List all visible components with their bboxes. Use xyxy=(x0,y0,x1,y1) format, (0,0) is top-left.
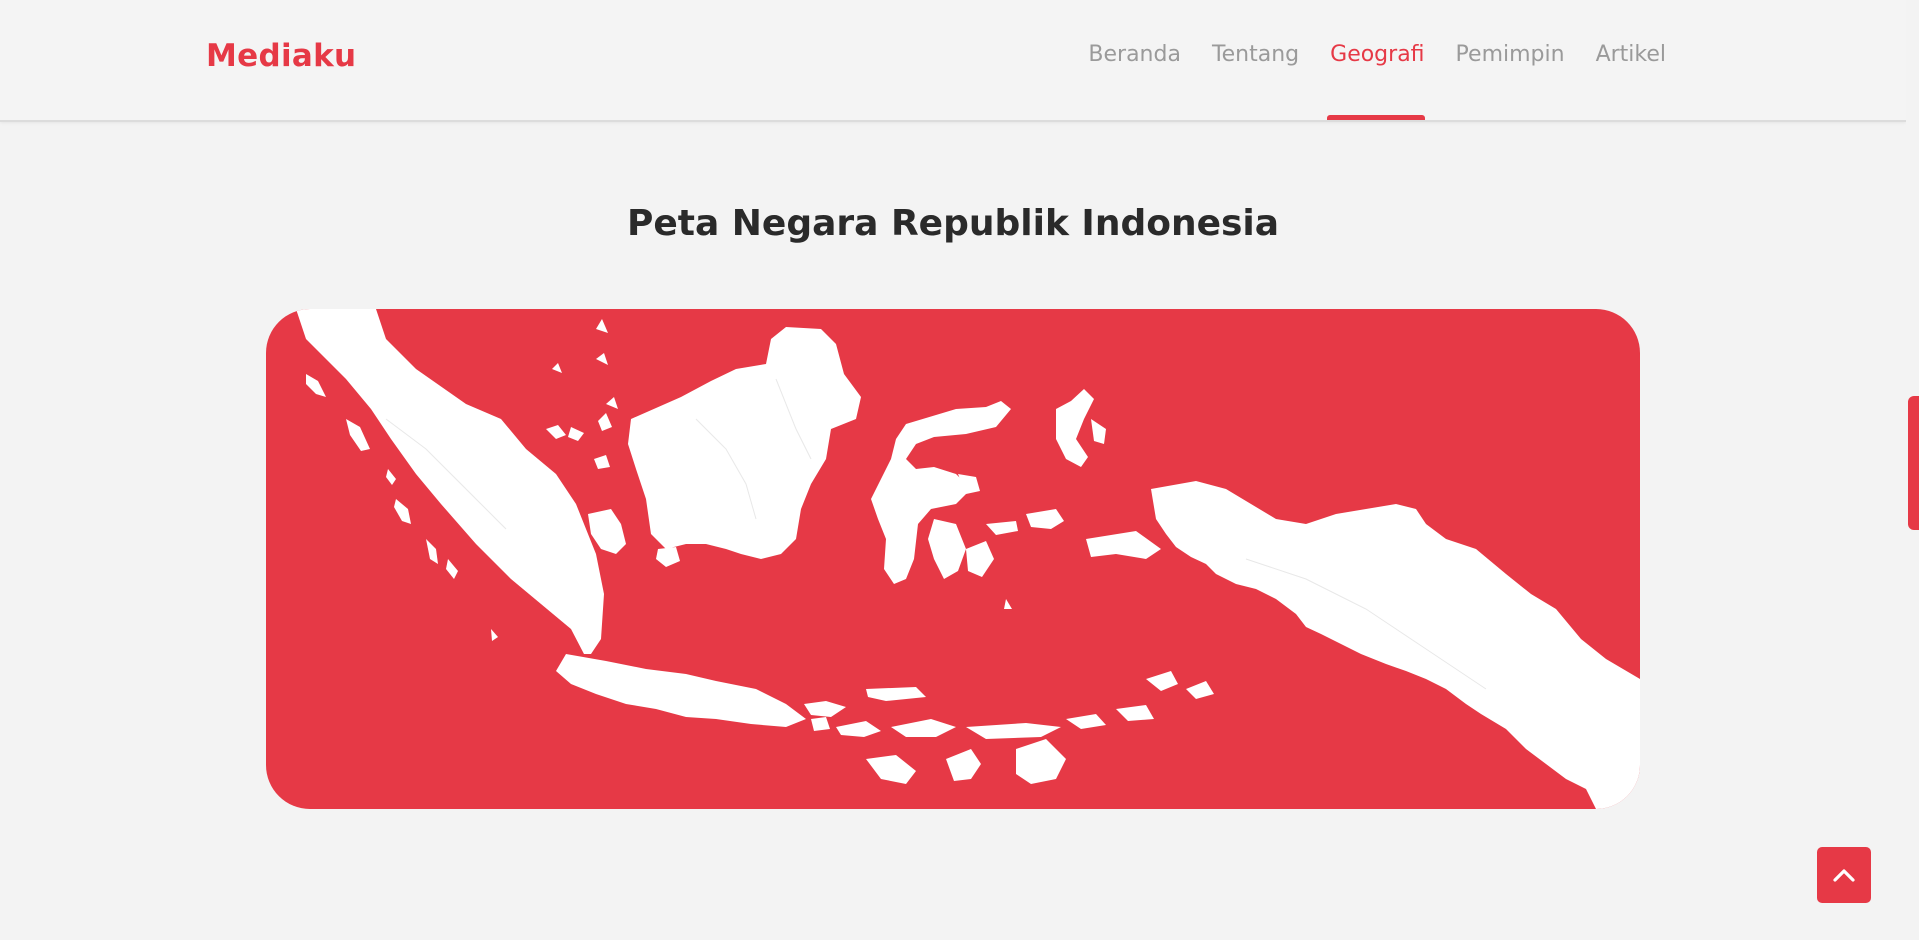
nav-item-beranda[interactable]: Beranda xyxy=(1088,0,1181,120)
indonesia-map xyxy=(266,309,1640,809)
scrollbar-track[interactable] xyxy=(1906,0,1919,940)
main-nav: Beranda Tentang Geografi Pemimpin Artike… xyxy=(1057,0,1666,120)
scrollbar-thumb[interactable] xyxy=(1908,396,1919,530)
page: Mediaku Beranda Tentang Geografi Pemimpi… xyxy=(0,0,1919,940)
map-illustration xyxy=(296,309,1640,809)
nav-item-geografi[interactable]: Geografi xyxy=(1327,0,1425,120)
brand-logo[interactable]: Mediaku xyxy=(206,38,356,74)
site-header: Mediaku Beranda Tentang Geografi Pemimpi… xyxy=(0,0,1906,122)
chevron-up-icon xyxy=(1833,869,1855,882)
page-title: Peta Negara Republik Indonesia xyxy=(626,203,1280,244)
nav-item-tentang[interactable]: Tentang xyxy=(1212,0,1299,120)
nav-item-pemimpin[interactable]: Pemimpin xyxy=(1456,0,1565,120)
island-sumatra xyxy=(296,309,604,654)
back-to-top-button[interactable] xyxy=(1817,847,1871,903)
nav-item-artikel[interactable]: Artikel xyxy=(1596,0,1666,120)
